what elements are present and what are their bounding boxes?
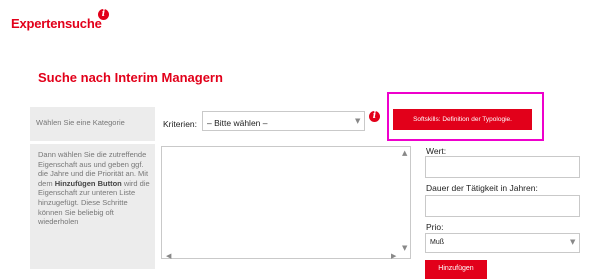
info-icon[interactable]: i — [98, 9, 109, 20]
section-title: Suche nach Interim Managern — [38, 70, 223, 85]
selection-list-textarea[interactable] — [161, 146, 411, 259]
chevron-down-icon[interactable]: ▼ — [570, 238, 575, 246]
add-button[interactable]: Hinzufügen — [425, 260, 487, 279]
dauer-input[interactable] — [425, 195, 580, 217]
category-label: Wählen Sie eine Kategorie — [36, 118, 125, 127]
chevron-down-icon[interactable]: ▼ — [355, 117, 360, 125]
scroll-down-icon[interactable]: ▼ — [402, 244, 407, 252]
wert-input[interactable] — [425, 156, 580, 178]
prio-label: Prio: — [426, 222, 444, 232]
softskills-button[interactable]: Softskills: Definition der Typologie. — [393, 109, 532, 130]
dauer-label: Dauer der Tätigkeit in Jahren: — [426, 183, 538, 193]
info-icon[interactable]: i — [369, 111, 380, 122]
scroll-right-icon[interactable]: ▶ — [391, 252, 396, 260]
prio-select-value: Muß — [430, 239, 444, 246]
help-text-bold: Hinzufügen Button — [54, 178, 122, 188]
prio-select[interactable] — [425, 233, 580, 253]
scroll-up-icon[interactable]: ▲ — [402, 149, 407, 157]
criteria-label: Kriterien: — [163, 119, 198, 129]
help-text: Dann wählen Sie die zutreffende Eigensch… — [38, 150, 150, 227]
criteria-select-value: – Bitte wählen – — [207, 118, 268, 128]
wert-label: Wert: — [426, 146, 447, 156]
page-title: Expertensuche — [11, 16, 102, 31]
scroll-left-icon[interactable]: ◀ — [166, 252, 171, 260]
